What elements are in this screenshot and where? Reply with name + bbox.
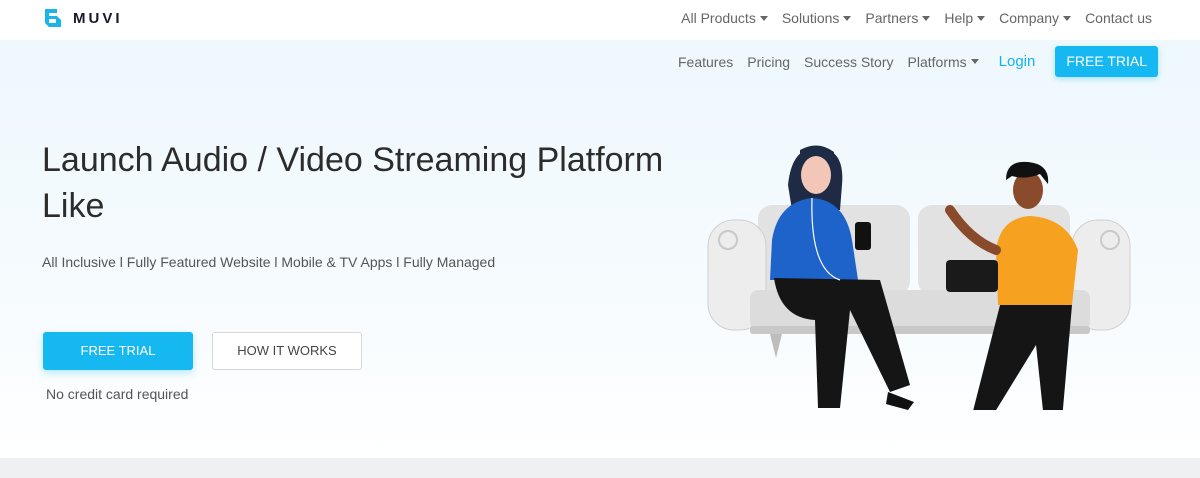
topnav-label: Partners bbox=[865, 10, 919, 26]
free-trial-button[interactable]: FREE TRIAL bbox=[43, 332, 193, 370]
man-figure bbox=[945, 161, 1078, 410]
login-link[interactable]: Login bbox=[999, 53, 1036, 70]
chevron-down-icon bbox=[977, 15, 986, 21]
chevron-down-icon bbox=[922, 15, 931, 21]
subnav-platforms[interactable]: Platforms bbox=[908, 54, 979, 70]
topnav-label: Solutions bbox=[781, 10, 840, 26]
brand-name: MUVI bbox=[73, 9, 123, 27]
subnav-label: Platforms bbox=[907, 53, 967, 70]
brand-logo[interactable]: MUVI bbox=[42, 7, 123, 29]
topnav-partners[interactable]: Partners bbox=[865, 10, 931, 26]
topnav-label: Company bbox=[999, 10, 1060, 26]
section-divider bbox=[0, 458, 1200, 478]
muvi-logo-icon bbox=[45, 9, 61, 27]
how-it-works-button[interactable]: HOW IT WORKS bbox=[212, 332, 362, 370]
hero-section: Features Pricing Success Story Platforms… bbox=[0, 40, 1200, 458]
topnav-all-products[interactable]: All Products bbox=[681, 10, 768, 26]
topnav-contact-us[interactable]: Contact us bbox=[1085, 10, 1152, 26]
subnav-pricing[interactable]: Pricing bbox=[747, 54, 790, 70]
chevron-down-icon bbox=[970, 59, 979, 64]
topnav-company[interactable]: Company bbox=[999, 10, 1072, 26]
subnav-success-story[interactable]: Success Story bbox=[804, 54, 893, 70]
topnav-label: Help bbox=[944, 10, 974, 26]
topnav-solutions[interactable]: Solutions bbox=[782, 10, 852, 26]
subnav-features[interactable]: Features bbox=[678, 54, 733, 70]
hero-headline: Launch Audio / Video Streaming Platform … bbox=[42, 141, 664, 225]
subnav-label: Pricing bbox=[747, 53, 791, 70]
hero-tagline: All Inclusive l Fully Featured Website l… bbox=[42, 254, 496, 270]
subnav-label: Success Story bbox=[804, 53, 894, 70]
free-trial-nav-button[interactable]: FREE TRIAL bbox=[1055, 46, 1158, 77]
people-on-sofa-illustration bbox=[707, 145, 1131, 410]
chevron-down-icon bbox=[843, 15, 852, 21]
chevron-down-icon bbox=[1063, 15, 1072, 21]
no-credit-card-note: No credit card required bbox=[46, 386, 189, 402]
chevron-down-icon bbox=[759, 15, 768, 21]
topnav-label: All Products bbox=[681, 10, 756, 26]
top-bar: MUVI All Products Solutions Partners Hel… bbox=[0, 0, 1200, 40]
topnav-label: Contact us bbox=[1085, 10, 1152, 26]
product-subnav: Features Pricing Success Story Platforms… bbox=[664, 46, 1158, 77]
topnav-help[interactable]: Help bbox=[944, 10, 986, 26]
subnav-label: Features bbox=[677, 53, 734, 70]
top-navigation: All Products Solutions Partners Help Com… bbox=[667, 10, 1152, 26]
